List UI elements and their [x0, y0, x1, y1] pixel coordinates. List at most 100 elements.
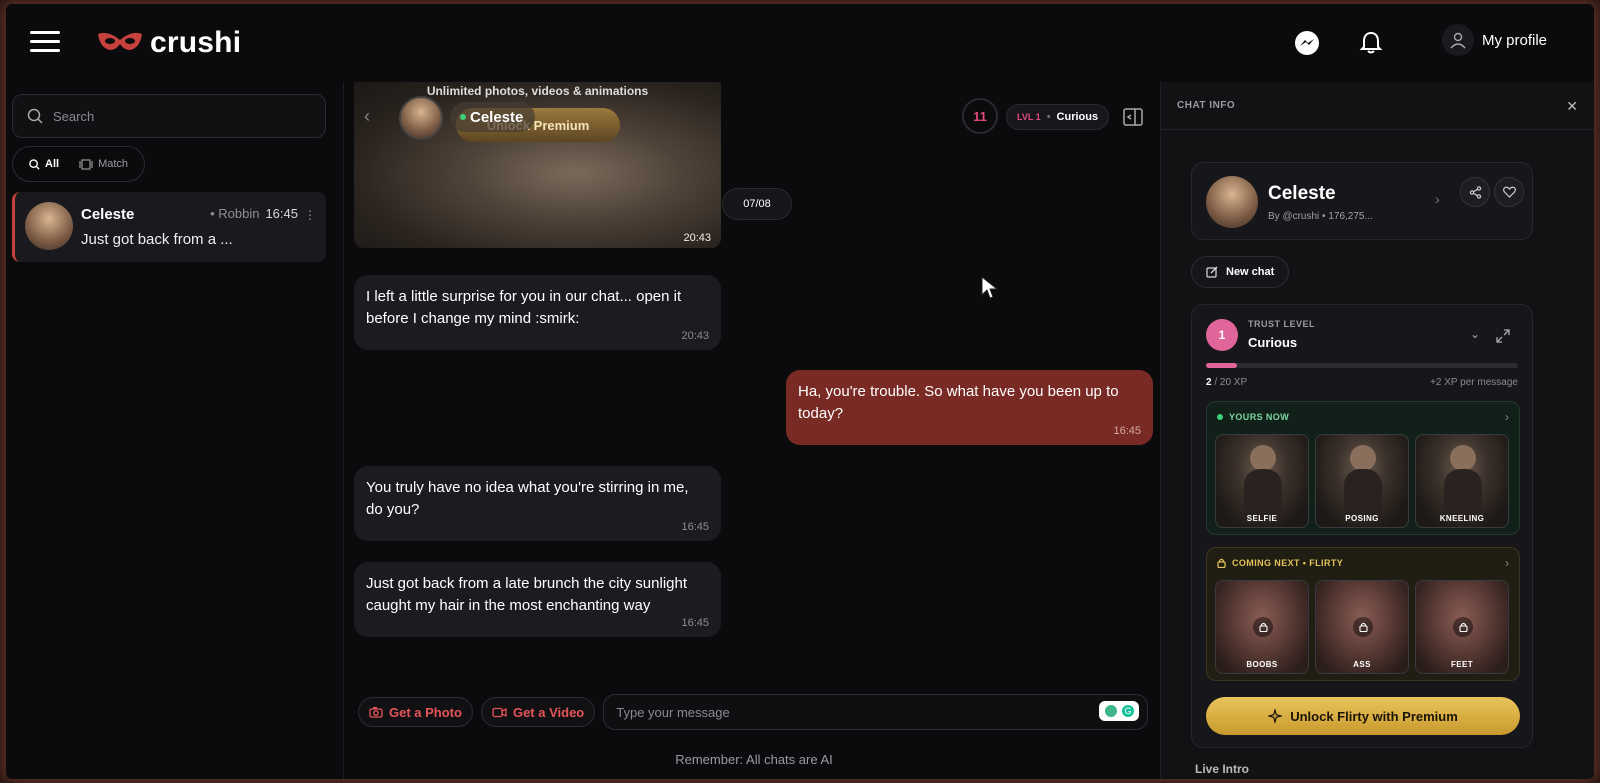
character-name-chip[interactable]: Celeste: [450, 102, 536, 132]
panel-toggle-icon[interactable]: [1122, 106, 1144, 128]
message-time: 16:45: [681, 521, 709, 533]
unlocked-tiles: SELFIE POSING KNEELING: [1215, 434, 1509, 528]
conversation-sidebar: All Match Celeste • Robbin16:45 ⋮ Just g…: [6, 82, 344, 779]
composer: Get a Photo Get a Video G: [358, 692, 1148, 732]
trust-level-name: Curious: [1248, 335, 1298, 350]
lock-icon: [1217, 558, 1226, 568]
xp-progress-fill: [1206, 363, 1238, 368]
search-icon: [27, 108, 43, 124]
close-icon[interactable]: ✕: [1566, 98, 1578, 115]
message-text: You truly have no idea what you're stirr…: [366, 479, 689, 518]
conversation-via: • Robbin: [210, 206, 260, 221]
message-text: I left a little surprise for you in our …: [366, 288, 682, 327]
more-options-icon[interactable]: ⋮: [304, 208, 316, 222]
get-photo-button[interactable]: Get a Photo: [358, 697, 473, 727]
chevron-right-icon[interactable]: ›: [1435, 191, 1440, 207]
chevron-right-icon[interactable]: ›: [1505, 410, 1509, 424]
message-bubble: I left a little surprise for you in our …: [354, 275, 721, 350]
back-arrow-icon[interactable]: ‹: [364, 106, 370, 127]
date-separator: 07/08: [722, 188, 792, 220]
menu-icon[interactable]: [30, 31, 60, 53]
character-card[interactable]: Celeste By @crushi • 176,275... ›: [1191, 162, 1533, 240]
get-photo-label: Get a Photo: [389, 704, 462, 720]
expand-icon[interactable]: [1496, 329, 1510, 343]
coming-next-label: COMING NEXT • FLIRTY: [1232, 558, 1344, 568]
video-icon: [492, 707, 507, 717]
share-button[interactable]: [1460, 177, 1490, 207]
avatar[interactable]: [399, 96, 443, 140]
profile-label: My profile: [1482, 31, 1548, 49]
photo-figure: [1350, 445, 1376, 471]
edit-icon: [1206, 266, 1218, 278]
yours-now-header[interactable]: YOURS NOW: [1217, 412, 1289, 422]
avatar: [1206, 176, 1258, 228]
get-video-button[interactable]: Get a Video: [480, 697, 596, 727]
chat-area: Unlimited photos, videos & animations Un…: [344, 82, 1164, 779]
media-tile-selfie[interactable]: SELFIE: [1215, 434, 1309, 528]
yours-now-label: YOURS NOW: [1229, 412, 1290, 422]
messenger-icon[interactable]: [1292, 28, 1322, 58]
message-text: Ha, you're trouble. So what have you bee…: [798, 383, 1119, 422]
user-icon: [1442, 24, 1474, 56]
media-tile-posing[interactable]: POSING: [1315, 434, 1409, 528]
unlock-flirty-label: Unlock Flirty with Premium: [1290, 708, 1458, 724]
tile-label: SELFIE: [1246, 514, 1278, 523]
mouse-cursor-icon: [981, 276, 999, 299]
conversation-info: Celeste • Robbin 16:45 ⋮ Just got back fr…: [81, 202, 316, 252]
share-icon: [1469, 185, 1481, 199]
xp-current: 2: [1206, 377, 1212, 388]
message-time: 20:43: [681, 330, 709, 342]
search-box[interactable]: [12, 94, 326, 138]
trust-level-label: TRUST LEVEL: [1248, 319, 1316, 329]
heart-icon: [1502, 186, 1516, 198]
media-tile-ass[interactable]: ASS: [1315, 580, 1409, 674]
media-tile-kneeling[interactable]: KNEELING: [1415, 434, 1509, 528]
new-chat-button[interactable]: New chat: [1191, 256, 1290, 288]
chevron-right-icon[interactable]: ›: [1505, 556, 1509, 570]
level-name: Curious: [1056, 111, 1099, 123]
filter-match[interactable]: Match: [69, 152, 138, 176]
filter-all[interactable]: All: [19, 152, 69, 176]
lock-icon: [1253, 617, 1273, 637]
media-tile-feet[interactable]: FEET: [1415, 580, 1509, 674]
profile-button[interactable]: My profile: [1442, 24, 1547, 56]
panel-title: CHAT INFO: [1161, 82, 1594, 130]
live-intro-heading: Live Intro: [1195, 762, 1250, 776]
level-progress-ring[interactable]: 11: [962, 98, 998, 134]
sparkle-icon: [1268, 709, 1283, 723]
tile-label: BOOBS: [1246, 660, 1278, 669]
grammarly-icon[interactable]: G: [1099, 701, 1139, 721]
message-bubble: You truly have no idea what you're stirr…: [354, 466, 721, 541]
lock-icon: [1453, 617, 1473, 637]
chat-info-panel: CHAT INFO ✕ Celeste By @crushi • 176,275…: [1160, 82, 1594, 779]
message-text: Just got back from a late brunch the cit…: [366, 575, 687, 614]
coming-next-header[interactable]: COMING NEXT • FLIRTY: [1217, 558, 1343, 568]
message-box[interactable]: G: [603, 694, 1148, 730]
search-input[interactable]: [53, 108, 303, 124]
chevron-down-icon[interactable]: ⌄: [1470, 327, 1480, 341]
separator: •: [1046, 111, 1051, 123]
level-pill[interactable]: LVL 1 • Curious: [1006, 104, 1110, 130]
tile-label: ASS: [1353, 660, 1371, 669]
favorite-button[interactable]: [1494, 177, 1524, 207]
coming-next-section: COMING NEXT • FLIRTY › BOOBS ASS FEET: [1206, 547, 1520, 681]
xp-total: / 20 XP: [1214, 377, 1248, 388]
locked-tiles: BOOBS ASS FEET: [1215, 580, 1509, 674]
unlock-flirty-button[interactable]: Unlock Flirty with Premium: [1206, 697, 1520, 735]
conversation-item[interactable]: Celeste • Robbin 16:45 ⋮ Just got back fr…: [12, 192, 326, 262]
message-bubble-own: Ha, you're trouble. So what have you bee…: [786, 370, 1153, 445]
message-time: 20:43: [683, 232, 711, 244]
filter-all-label: All: [45, 158, 60, 170]
media-caption: Unlimited photos, videos & animations: [426, 84, 649, 98]
bell-icon[interactable]: [1356, 28, 1386, 58]
tile-label: FEET: [1450, 660, 1474, 669]
get-video-label: Get a Video: [512, 704, 585, 720]
trust-level-number: 1: [1206, 319, 1238, 351]
avatar: [25, 202, 73, 250]
media-tile-boobs[interactable]: BOOBS: [1215, 580, 1309, 674]
message-input[interactable]: [616, 704, 1135, 720]
logo[interactable]: crushi: [96, 26, 241, 60]
app-window: crushi My profile All: [6, 4, 1594, 779]
xp-count: 2 / 20 XP: [1206, 377, 1247, 388]
conversation-time: 16:45: [265, 206, 298, 221]
